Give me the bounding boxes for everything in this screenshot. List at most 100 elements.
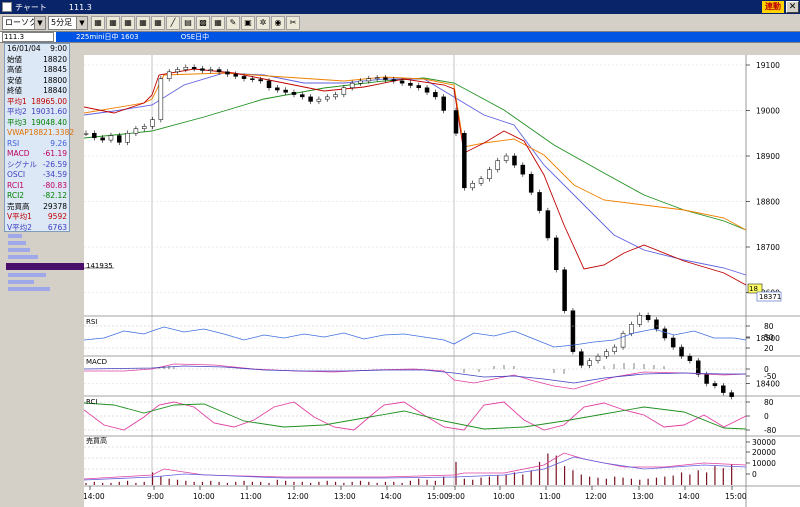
close-button[interactable]: ✕ xyxy=(786,1,799,13)
candle-body xyxy=(487,169,492,180)
data-label: V平均1 xyxy=(7,212,32,221)
data-label: 平均2 xyxy=(7,107,27,116)
data-label: 平均3 xyxy=(7,117,27,127)
time-tick-label: 14:00 xyxy=(678,492,700,501)
candle-body xyxy=(208,69,214,71)
candle-body xyxy=(695,360,701,375)
candle-body xyxy=(175,69,180,73)
info-bar: 111.3 225mini日中 1603 OSE日中 xyxy=(0,32,800,43)
chart-window-icon[interactable]: ▦ xyxy=(106,15,120,30)
candle-body xyxy=(108,135,114,141)
candle-body xyxy=(141,126,147,129)
candle-body xyxy=(478,178,484,184)
price-tick-label: 18800 xyxy=(756,198,780,207)
data-value: -80.83 xyxy=(42,180,67,190)
candle-body xyxy=(191,67,197,69)
grid-icon[interactable]: ▩ xyxy=(196,15,210,30)
candle-body xyxy=(391,79,397,82)
candle-body xyxy=(595,355,601,362)
data-label: VWAP xyxy=(7,128,29,137)
data-row: RSI 9.26 xyxy=(5,139,69,150)
profile-bar xyxy=(8,273,46,277)
chart-canvas[interactable]: 1910019000189001880018700186001850018400… xyxy=(84,55,800,507)
candle-body xyxy=(117,135,122,143)
candle-body xyxy=(687,355,693,362)
candle-body xyxy=(470,183,475,189)
data-label: MACD xyxy=(7,149,30,158)
volume-tick-label: 10000 xyxy=(752,459,776,468)
data-label: RSI xyxy=(7,138,20,148)
draw-icon[interactable]: ✎ xyxy=(226,15,240,30)
chart-window-icon[interactable]: ▣ xyxy=(241,15,255,30)
profile-value-label: 141935 xyxy=(86,262,113,270)
candle-body xyxy=(662,328,668,339)
rsi-panel-label: RSI xyxy=(86,318,97,326)
link-button[interactable]: 連動 xyxy=(762,1,784,13)
time-tick-label: 15:00 xyxy=(427,492,449,501)
chart-type-select[interactable]: ローソク ▼ xyxy=(2,15,46,30)
candle-body xyxy=(645,315,651,321)
data-label: OSCI xyxy=(7,170,26,179)
data-value: -82.12 xyxy=(42,191,67,200)
candle-body xyxy=(383,77,388,80)
volume-profile xyxy=(4,232,84,296)
candle-body xyxy=(374,77,380,79)
candle-body xyxy=(433,92,438,98)
data-label: RCI1 xyxy=(7,180,25,190)
code-field[interactable]: 111.3 xyxy=(2,32,54,42)
data-value: 18965.00 xyxy=(31,96,67,106)
candle-body xyxy=(283,89,288,93)
chart-window-icon[interactable]: ▦ xyxy=(151,15,165,30)
candle-body xyxy=(453,110,459,134)
macd-panel-label: MACD xyxy=(86,358,107,366)
contract-bar: 225mini日中 1603 OSE日中 xyxy=(56,32,800,42)
time-tick-label: 13:00 xyxy=(334,492,356,501)
candle-body xyxy=(620,333,626,348)
chart-window-icon[interactable]: ▦ xyxy=(91,15,105,30)
candle-body xyxy=(258,79,263,82)
price-tick-label: 19000 xyxy=(756,107,780,116)
data-value: 18820 xyxy=(43,54,67,64)
candle-body xyxy=(200,68,205,71)
tool-icon[interactable]: ✂ xyxy=(286,15,300,30)
data-row: 始値 18820 xyxy=(5,55,69,66)
profile-bar xyxy=(8,241,26,245)
data-label: RCI2 xyxy=(7,191,25,200)
candle-body xyxy=(587,360,592,366)
candle-body xyxy=(183,67,189,70)
data-row: 平均3 19048.40 xyxy=(5,118,69,129)
time-tick-label: 10:00 xyxy=(193,492,215,501)
trend-line-icon[interactable]: ╱ xyxy=(166,15,180,30)
chart-window-icon[interactable]: ▦ xyxy=(211,15,225,30)
settings-icon[interactable]: ✲ xyxy=(256,15,270,30)
candle-body xyxy=(495,160,501,170)
candle-body xyxy=(503,155,509,161)
candle-body xyxy=(358,80,363,84)
candle-body xyxy=(266,80,272,88)
candle-body xyxy=(84,133,89,135)
data-label: 終値 xyxy=(7,86,22,95)
chart-window-icon[interactable]: ▦ xyxy=(136,15,150,30)
candle-body xyxy=(324,96,330,100)
zoom-icon[interactable]: ◉ xyxy=(271,15,285,30)
candle-body xyxy=(150,119,155,127)
candle-body xyxy=(545,210,551,239)
price-tick-label: 19100 xyxy=(756,61,780,70)
candle-body xyxy=(424,87,430,93)
data-row: MACD -61.19 xyxy=(5,149,69,160)
candle-body xyxy=(441,96,446,111)
candle-body xyxy=(300,94,305,98)
candle-body xyxy=(604,351,609,357)
price-tick-label: 18900 xyxy=(756,152,780,161)
window-title: チャート xyxy=(15,2,47,12)
interval-select[interactable]: 5分足 ▼ xyxy=(48,15,88,30)
chart-window-icon[interactable]: ▤ xyxy=(181,15,195,30)
candle-body xyxy=(250,78,255,80)
candle-body xyxy=(462,133,467,189)
time-tick-label: 11:00 xyxy=(539,492,561,501)
volume-tick-label: 0 xyxy=(752,470,757,479)
contract-label: 225mini日中 1603 xyxy=(76,33,139,41)
rsi-tick-label: 20 xyxy=(764,344,774,353)
chart-window-icon[interactable]: ▦ xyxy=(121,15,135,30)
volume-panel-label: 売買高 xyxy=(86,436,107,445)
